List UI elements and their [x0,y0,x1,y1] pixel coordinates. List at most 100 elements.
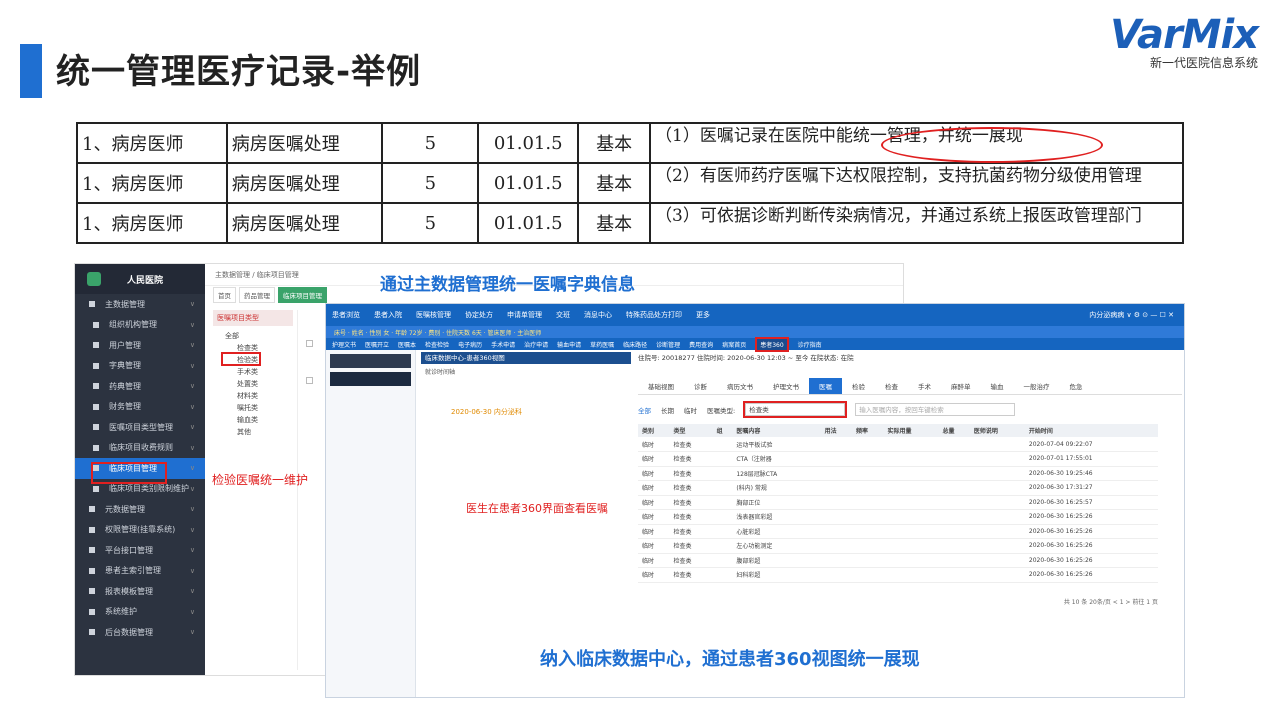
table-row[interactable]: 临时 检查类 胸部正位 2020-06-30 16:25:57 [638,495,1158,510]
view-tab[interactable]: 一般治疗 [1014,378,1060,394]
table-cell [883,480,939,496]
clinical-menu-item[interactable]: 草药医嘱 [590,340,614,349]
clinical-menu-item[interactable]: 临床路径 [623,340,647,349]
topbar-item[interactable]: 患者浏览 [332,310,360,320]
tree-item[interactable]: 输血类 [219,414,293,426]
topbar-item[interactable]: 更多 [696,310,710,320]
filter-long[interactable]: 长期 [661,405,674,415]
tree-item[interactable]: 材料类 [219,390,293,402]
tree-item[interactable]: 手术类 [219,366,293,378]
chevron-down-icon: ∨ [189,587,195,596]
order-type-tree: 医嘱项目类型 全部 检查类 检验类 手术类 处置类 材料类 嘱托类 输血类 其他 [213,310,293,438]
view-tab[interactable]: 检查 [875,378,908,394]
table-cell: 2020-07-04 09:22:07 [1024,437,1158,452]
tree-item[interactable]: 嘱托类 [219,402,293,414]
clinical-menu-item[interactable]: 电子病历 [458,340,482,349]
row-checkbox[interactable] [306,340,313,347]
topbar-item[interactable]: 患者入院 [374,310,402,320]
table-row[interactable]: 临时 检查类 腹部彩超 2020-06-30 16:25:26 [638,553,1158,568]
sidebar-item[interactable]: 药典管理 ∨ [75,376,205,397]
table-cell [938,538,970,554]
clinical-menu-item[interactable]: 手术申请 [491,340,515,349]
topbar-item[interactable]: 医嘱核管理 [416,310,451,320]
topbar-item[interactable]: 消息中心 [584,310,612,320]
view-tab[interactable]: 护理文书 [763,378,809,394]
view-tab[interactable]: 病历文书 [717,378,763,394]
clinical-menu-item[interactable]: 患者360 [755,336,789,352]
sidebar-item[interactable]: 临床项目收费规则 ∨ [75,438,205,459]
view-tab[interactable]: 基础视图 [638,378,684,394]
page-tab[interactable]: 临床项目管理 [278,287,327,303]
row-checkbox[interactable] [306,377,313,384]
sidebar-item[interactable]: 报表模板管理 ∨ [75,581,205,602]
table-row[interactable]: 临时 检查类 妇科彩超 2020-06-30 16:25:26 [638,567,1158,583]
table-cell [969,567,1025,583]
filter-all[interactable]: 全部 [638,405,651,415]
sidebar-item-label: 元数据管理 [105,504,145,514]
table-cell: 检查类 [669,509,713,525]
clinical-menu-item[interactable]: 诊断管理 [656,340,680,349]
table-cell: 检查类 [669,480,713,496]
tree-item[interactable]: 其他 [219,426,293,438]
sidebar-item[interactable]: 组织机构管理 ∨ [75,315,205,336]
table-row[interactable]: 临时 检查类 左心功能测定 2020-06-30 16:25:26 [638,538,1158,554]
sidebar-item[interactable]: 平台接口管理 ∨ [75,540,205,561]
page-tab[interactable]: 药品管理 [239,287,275,303]
view-tab[interactable]: 检验 [842,378,875,394]
table-row[interactable]: 临时 检查类 (科内) 常规 2020-06-30 17:31:27 [638,480,1158,496]
table-row[interactable]: 临时 检查类 心脏彩超 2020-06-30 16:25:26 [638,524,1158,539]
tree-item[interactable]: 处置类 [219,378,293,390]
clinical-menu-item[interactable]: 医嘱本 [398,340,416,349]
sidebar-item-label: 医嘱项目类型管理 [109,422,173,432]
patient-card[interactable] [330,372,411,386]
clinical-menu-item[interactable]: 诊疗指南 [798,340,822,349]
topbar-item[interactable]: 协定处方 [465,310,493,320]
pagination[interactable]: 共 10 条 20条/页 < 1 > 前往 1 页 [638,597,1182,606]
order-search-input[interactable]: 输入医嘱内容，按回车键检索 [855,403,1016,416]
chevron-down-icon: ∨ [189,607,195,616]
table-cell [883,437,939,452]
sidebar-item[interactable]: 主数据管理 ∨ [75,294,205,315]
page-tab[interactable]: 首页 [213,287,236,303]
table-row[interactable]: 临时 检查类 运动平板试验 2020-07-04 09:22:07 [638,437,1158,452]
clinical-menu-item[interactable]: 输血申请 [557,340,581,349]
table-cell [852,567,884,583]
view-tab[interactable]: 输血 [981,378,1014,394]
topbar-user[interactable]: 内分泌病病 ∨ ⚙ ⊙ — ☐ ✕ [1089,310,1174,320]
clinical-menu-item[interactable]: 费用查询 [689,340,713,349]
view-tab[interactable]: 诊断 [684,378,717,394]
chevron-down-icon: ∨ [189,525,195,534]
topbar-item[interactable]: 申请单管理 [507,310,542,320]
patient-card[interactable] [330,354,411,368]
sidebar-item[interactable]: 元数据管理 ∨ [75,499,205,520]
topbar-item[interactable]: 交班 [556,310,570,320]
clinical-menu-item[interactable]: 医嘱开立 [365,340,389,349]
sidebar-item[interactable]: 用户管理 ∨ [75,335,205,356]
clinical-menu-item[interactable]: 治疗申请 [524,340,548,349]
sidebar-item[interactable]: 字典管理 ∨ [75,356,205,377]
view-tab[interactable]: 手术 [908,378,941,394]
order-type-select[interactable]: 检查类 [743,401,848,418]
view-tab[interactable]: 医嘱 [809,378,842,394]
sidebar-item[interactable]: 患者主索引管理 ∨ [75,561,205,582]
topbar-item[interactable]: 特殊药品处方打印 [626,310,682,320]
sidebar-item[interactable]: 财务管理 ∨ [75,397,205,418]
table-row[interactable]: 临时 检查类 浅表器官彩超 2020-06-30 16:25:26 [638,509,1158,525]
clinical-menu-item[interactable]: 检查检验 [425,340,449,349]
clinical-menu-item[interactable]: 护理文书 [332,340,356,349]
menu-icon [89,526,95,533]
view-tab[interactable]: 危急 [1060,378,1093,394]
filter-temp[interactable]: 临时 [684,405,697,415]
table-row[interactable]: 临时 检查类 CTA（注射器 2020-07-01 17:55:01 [638,451,1158,467]
clinical-menu-item[interactable]: 病案首页 [722,340,746,349]
tree-item[interactable]: 全部 [219,330,293,342]
timeline-event[interactable]: 2020-06-30 内分泌科 [421,407,631,417]
table-row[interactable]: 临时 检查类 128层冠脉CTA 2020-06-30 19:25:46 [638,466,1158,481]
sidebar-item[interactable]: 系统维护 ∨ [75,602,205,623]
table-cell [820,466,853,481]
sidebar-item[interactable]: 后台数据管理 ∨ [75,622,205,643]
view-tab[interactable]: 麻醉单 [941,378,981,394]
sidebar-item[interactable]: 医嘱项目类型管理 ∨ [75,417,205,438]
sidebar-item[interactable]: 权限管理(挂靠系统) ∨ [75,520,205,541]
table-cell: 检查类 [669,524,713,539]
